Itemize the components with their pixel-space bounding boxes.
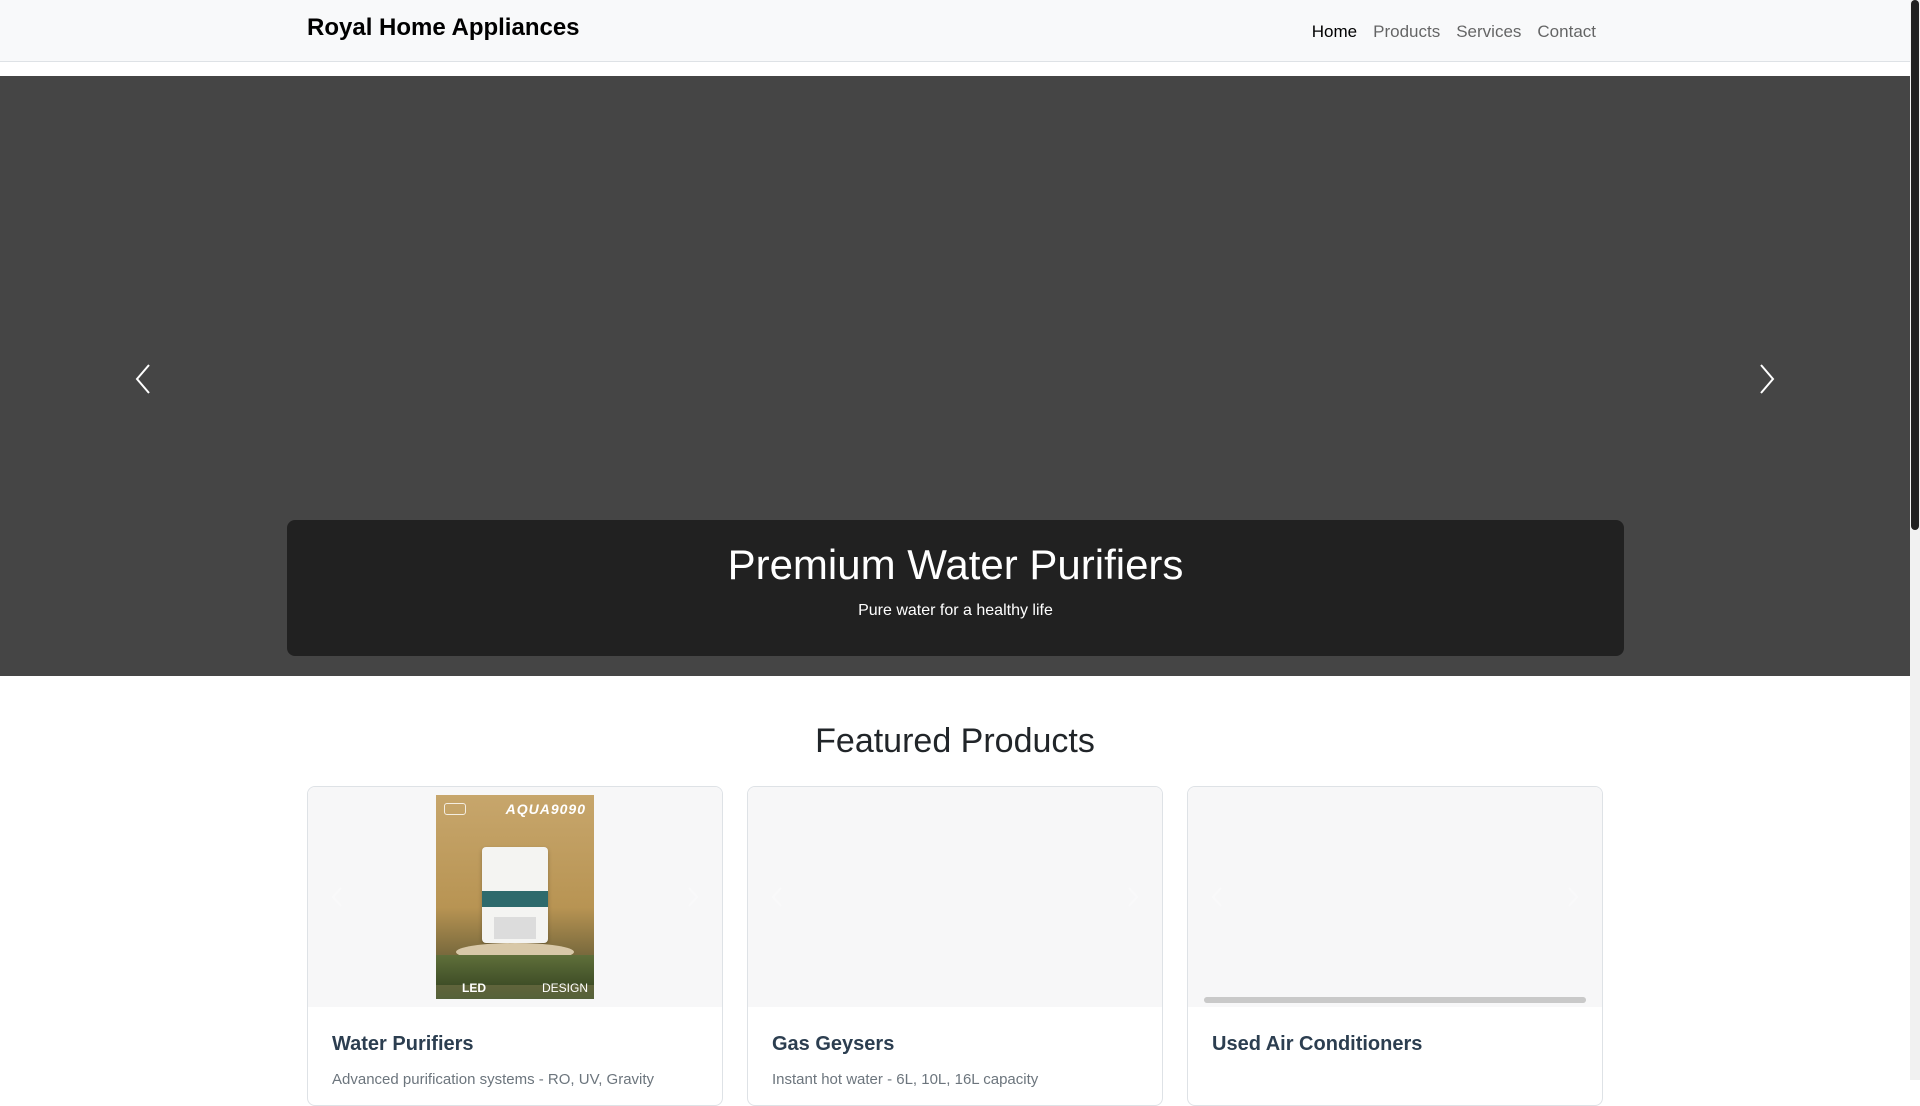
- chevron-right-icon: [688, 887, 699, 907]
- purifier-unit: [482, 847, 548, 943]
- image-loading-progress: [1204, 997, 1586, 1003]
- card-title: Gas Geysers: [772, 1033, 895, 1055]
- card-next-button[interactable]: [1118, 882, 1148, 912]
- chevron-left-icon: [331, 887, 342, 907]
- scrollbar-thumb[interactable]: [1911, 0, 1919, 530]
- brand-logo[interactable]: Royal Home Appliances: [307, 14, 580, 42]
- caption-title: Premium Water Purifiers: [727, 541, 1184, 588]
- carousel-next-button[interactable]: [1742, 354, 1792, 404]
- water-purifier-image: AQUA9090 LED DESIGN: [436, 795, 594, 999]
- product-image-carousel: [1188, 787, 1602, 1007]
- chevron-left-icon: [135, 364, 150, 394]
- image-brand-word: AQUA9090: [505, 801, 586, 817]
- card-prev-button[interactable]: [322, 882, 352, 912]
- page-scrollbar[interactable]: [1910, 0, 1920, 1080]
- product-card-gas-geysers[interactable]: Gas Geysers Instant hot water - 6L, 10L,…: [747, 786, 1163, 1106]
- nav-link-home[interactable]: Home: [1312, 20, 1357, 44]
- progress-fill: [1204, 997, 1586, 1003]
- product-card-water-purifiers[interactable]: AQUA9090 LED DESIGN Water Purifiers Adva…: [307, 786, 723, 1106]
- product-card-used-air-conditioners[interactable]: Used Air Conditioners: [1187, 786, 1603, 1106]
- chevron-right-icon: [1568, 887, 1579, 907]
- card-next-button[interactable]: [678, 882, 708, 912]
- unit-tray: [494, 917, 536, 939]
- card-title: Water Purifiers: [332, 1033, 474, 1055]
- card-prev-button[interactable]: [1202, 882, 1232, 912]
- navbar: Royal Home Appliances Home Products Serv…: [0, 0, 1910, 62]
- carousel-prev-button[interactable]: [118, 354, 168, 404]
- caption-subtitle: Pure water for a healthy life: [858, 602, 1053, 619]
- chevron-left-icon: [1211, 887, 1222, 907]
- featured-products-title: Featured Products: [815, 722, 1095, 760]
- card-next-button[interactable]: [1558, 882, 1588, 912]
- nav-link-services[interactable]: Services: [1456, 20, 1521, 44]
- hero-carousel: Premium Water Purifiers Pure water for a…: [0, 76, 1910, 676]
- nav-links: Home Products Services Contact: [1312, 20, 1596, 44]
- product-image-carousel: AQUA9090 LED DESIGN: [308, 787, 722, 1007]
- chevron-right-icon: [1128, 887, 1139, 907]
- chevron-right-icon: [1760, 364, 1775, 394]
- card-title: Used Air Conditioners: [1212, 1033, 1423, 1055]
- card-prev-button[interactable]: [762, 882, 792, 912]
- image-badge-led: LED: [462, 981, 486, 995]
- product-image-carousel: [748, 787, 1162, 1007]
- chevron-left-icon: [771, 887, 782, 907]
- unit-band: [482, 891, 548, 907]
- nav-link-contact[interactable]: Contact: [1537, 20, 1596, 44]
- brand-logo-icon: [444, 803, 466, 815]
- carousel-caption: Premium Water Purifiers Pure water for a…: [287, 520, 1624, 656]
- nav-link-products[interactable]: Products: [1373, 20, 1440, 44]
- image-badge-design: DESIGN: [541, 981, 588, 995]
